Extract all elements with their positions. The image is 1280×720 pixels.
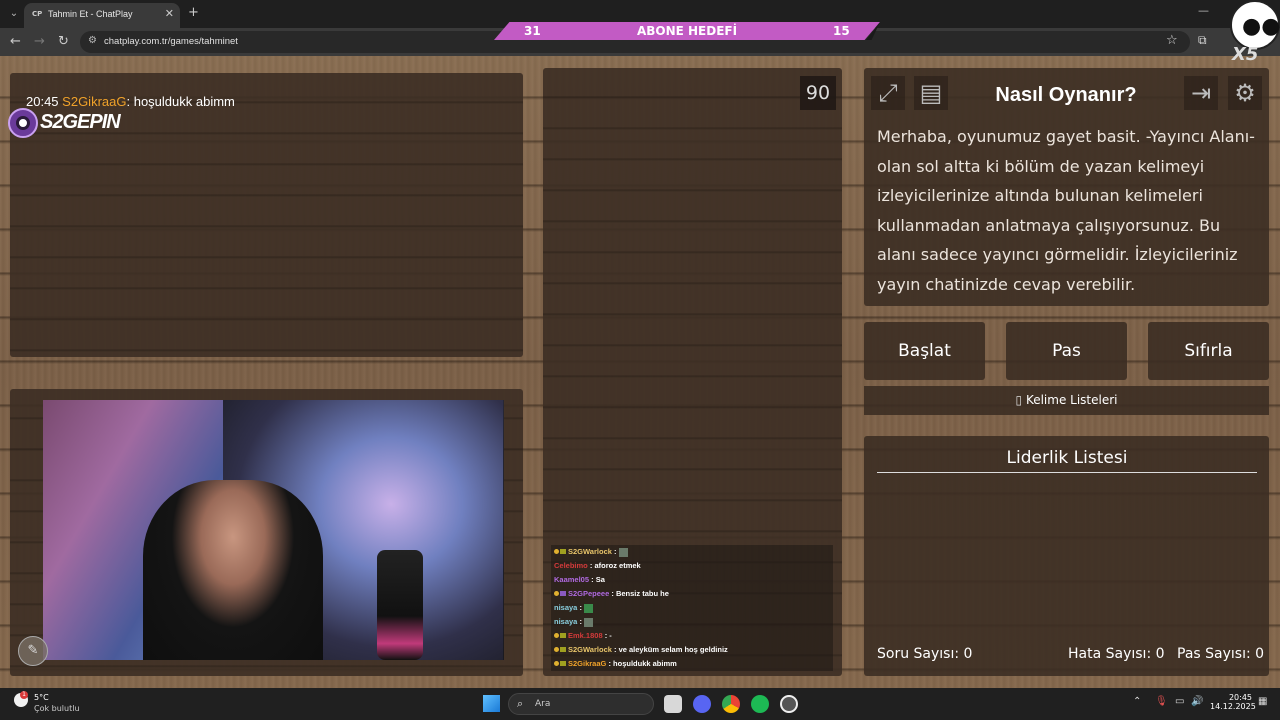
chat-message: Kaamel05 : Sa xyxy=(554,575,605,584)
timer: 90 xyxy=(800,76,836,110)
leaderboard-title: Liderlik Listesi xyxy=(1006,448,1128,468)
favicon-icon: CP xyxy=(32,10,43,18)
bookmark-star-icon[interactable]: ☆ xyxy=(1166,33,1178,48)
taskbar-clock[interactable]: 20:45 14.12.2025 xyxy=(1210,693,1256,711)
volume-icon[interactable]: 🔊 xyxy=(1191,696,1203,707)
taskbar: 1 5°C Çok bulutlu ⌕ Ara ⌃ 🎙 ▭ 🔊 20:45 14… xyxy=(0,688,1280,720)
divider xyxy=(877,472,1257,473)
forward-icon[interactable]: → xyxy=(34,34,45,49)
search-placeholder: Ara xyxy=(535,699,551,709)
chat-message: S2GWarlock : ve aleyküm selam hoş geldin… xyxy=(554,645,728,654)
url-text[interactable]: chatplay.com.tr/games/tahminet xyxy=(104,36,238,47)
word-lists-label: Kelime Listeleri xyxy=(1025,393,1118,407)
extensions-icon[interactable]: ⧉ xyxy=(1198,33,1207,48)
book-icon: ▯ xyxy=(1015,393,1023,407)
active-tab[interactable]: CP Tahmin Et - ChatPlay ✕ xyxy=(24,3,180,28)
exit-icon[interactable]: ⇥ xyxy=(1184,76,1218,110)
show-hidden-icons-icon[interactable]: ⌃ xyxy=(1133,696,1141,707)
reload-icon[interactable]: ↻ xyxy=(58,34,69,49)
minimize-button[interactable]: — xyxy=(1198,4,1209,17)
obs-icon[interactable] xyxy=(780,695,798,713)
chat-message: S2GikraaG : hoşuldukk abimm xyxy=(554,659,677,668)
subscriber-goal-banner: 31 ABONE HEDEFİ 15 xyxy=(494,22,880,40)
error-count: Hata Sayısı: 0 xyxy=(1068,646,1165,662)
notification-badge: 1 xyxy=(20,691,28,699)
goal-title: ABONE HEDEFİ xyxy=(636,24,738,38)
weather-temperature[interactable]: 5°C xyxy=(34,693,49,702)
search-icon: ⌕ xyxy=(517,697,524,710)
weather-description[interactable]: Çok bulutlu xyxy=(34,704,80,713)
tab-title: Tahmin Et - ChatPlay xyxy=(48,9,133,19)
settings-gear-icon[interactable]: ⚙ xyxy=(1228,76,1262,110)
new-tab-button[interactable]: + xyxy=(188,5,199,20)
windows-start-icon[interactable] xyxy=(483,695,500,712)
pencil-icon[interactable]: ✎ xyxy=(18,636,48,666)
overlay-message: : hoşuldukk abimm xyxy=(126,94,235,109)
microphone-icon[interactable]: 🎙 xyxy=(1155,696,1168,707)
back-icon[interactable]: ← xyxy=(10,34,21,49)
clock-date: 14.12.2025 xyxy=(1210,702,1256,711)
taskbar-search[interactable]: ⌕ Ara xyxy=(508,693,654,715)
notes-icon[interactable]: ▤ xyxy=(914,76,948,110)
discord-icon[interactable] xyxy=(693,695,711,713)
microphone xyxy=(377,550,423,660)
twitch-chat: S2GWarlock : Celebimo : aforoz etmek Kaa… xyxy=(551,545,833,671)
chat-message: Emk.1808 : - xyxy=(554,631,612,640)
owl-logo-icon xyxy=(8,108,38,138)
site-info-icon[interactable]: ⚙ xyxy=(88,35,97,46)
close-tab-icon[interactable]: ✕ xyxy=(165,7,174,20)
pass-count: Pas Sayısı: 0 xyxy=(1177,646,1265,662)
chat-message: S2GPepeee : Bensiz tabu he xyxy=(554,589,669,598)
chat-message: Celebimo : aforoz etmek xyxy=(554,561,641,570)
group-icon: ●● xyxy=(1230,0,1280,50)
brand-logo: S2GEPIN xyxy=(40,111,121,133)
question-count: Soru Sayısı: 0 xyxy=(877,646,973,662)
webcam-feed xyxy=(43,400,504,660)
task-view-icon[interactable] xyxy=(664,695,682,713)
word-lists-button[interactable]: ▯ Kelime Listeleri xyxy=(864,386,1269,415)
x5-logo: X5 xyxy=(1232,44,1259,65)
network-icon[interactable]: ▭ xyxy=(1175,696,1184,707)
fullscreen-icon[interactable]: ⤢ xyxy=(871,76,905,110)
how-to-play-title: Nasıl Oynanır? xyxy=(995,84,1137,106)
game-page: 20:45 S2GikraaG: hoşuldukk abimm S2GEPIN… xyxy=(0,56,1280,688)
clock-time: 20:45 xyxy=(1228,693,1252,702)
overlay-chat-line: 20:45 S2GikraaG: hoşuldukk abimm xyxy=(26,94,235,109)
overlay-time: 20:45 xyxy=(26,94,59,109)
viewer-overlay: ●● X5 xyxy=(1228,0,1280,66)
reset-button[interactable]: Sıfırla xyxy=(1148,322,1269,380)
start-button[interactable]: Başlat xyxy=(864,322,985,380)
notifications-icon[interactable]: ▦ xyxy=(1258,696,1267,707)
chat-message: nisaya : xyxy=(554,617,594,627)
chat-message: S2GWarlock : xyxy=(554,547,628,557)
streamer xyxy=(143,480,323,660)
goal-target: 15 xyxy=(833,24,850,38)
overlay-user: S2GikraaG xyxy=(62,94,127,109)
how-to-play-text: Merhaba, oyunumuz gayet basit. -Yayıncı … xyxy=(877,127,1255,294)
chat-message: nisaya : xyxy=(554,603,594,613)
chrome-icon[interactable] xyxy=(722,695,740,713)
pass-button[interactable]: Pas xyxy=(1006,322,1127,380)
spotify-icon[interactable] xyxy=(751,695,769,713)
tab-list-button[interactable]: ⌄ xyxy=(6,6,22,22)
